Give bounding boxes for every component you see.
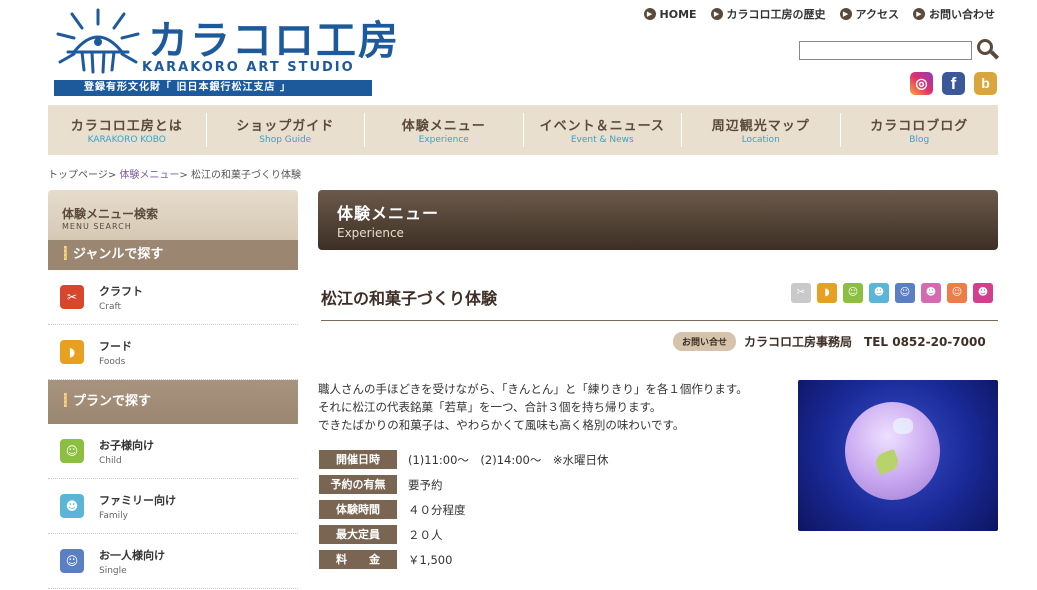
arrow-right-icon: ▶ (913, 8, 925, 20)
sidebar: 体験メニュー検索 MENU SEARCH ジャンルで探す ✂ クラフト Craft… (48, 190, 298, 590)
mainnav-shop-guide[interactable]: ショップガイド Shop Guide (205, 113, 365, 147)
page-title: 松江の和菓子づくり体験 (321, 289, 498, 308)
family-category-icon: ☻ (869, 283, 889, 303)
info-row: 料 金 ￥1,500 (319, 547, 609, 572)
breadcrumb-home[interactable]: トップページ (48, 170, 108, 181)
logo-tagline: 登録有形文化財「 旧日本銀行松江支店 」 (54, 80, 372, 96)
wagashi-photo (798, 380, 998, 531)
breadcrumb-menu[interactable]: 体験メニュー (119, 170, 179, 181)
group-category-icon: ☻ (921, 283, 941, 303)
info-row: 体験時間 ４０分程度 (319, 497, 609, 522)
friends-category-icon: ☻ (973, 283, 993, 303)
single-person-icon: ☺ (60, 549, 84, 573)
child-category-icon: ☺ (843, 283, 863, 303)
info-table: 開催日時 (1)11:00～ (2)14:00～ ※水曜日休 予約の有無 要予約 体… (319, 447, 609, 572)
blog-icon[interactable]: b (974, 72, 997, 95)
mainnav-location[interactable]: 周辺観光マップ Location (681, 113, 840, 147)
site-logo[interactable]: カラコロ工房 KARAKORO ART STUDIO 登録有形文化財「 旧日本銀… (52, 4, 398, 96)
search-button[interactable] (976, 38, 1000, 62)
sidebar-genre-heading: ジャンルで探す (48, 240, 298, 270)
family-icon: ☻ (60, 494, 84, 518)
search-input[interactable] (799, 40, 972, 60)
instagram-icon[interactable]: ◎ (910, 72, 933, 95)
title-divider (321, 320, 998, 321)
mainnav-experience[interactable]: 体験メニュー Experience (364, 113, 523, 147)
topnav-access[interactable]: ▶ アクセス (839, 6, 899, 22)
info-row: 開催日時 (1)11:00～ (2)14:00～ ※水曜日休 (319, 447, 609, 472)
sidebar-plan-heading: プランで探す (48, 380, 298, 424)
info-row: 予約の有無 要予約 (319, 472, 609, 497)
topnav-home[interactable]: ▶ HOME (643, 6, 697, 22)
site-search (799, 38, 1000, 62)
main-content: 体験メニュー Experience 松江の和菓子づくり体験 ✂ ◗ ☺ ☻ ☺ … (318, 190, 998, 569)
sidebar-item-child[interactable]: ☺ お子様向け Child (48, 424, 298, 479)
facebook-icon[interactable]: f (942, 72, 965, 95)
arrow-right-icon: ▶ (710, 8, 723, 20)
contact-text: カラコロ工房事務局 TEL 0852-20-7000 (744, 335, 986, 349)
breadcrumb-current: 松江の和菓子づくり体験 (190, 170, 301, 181)
sidebar-item-foods[interactable]: ◗ フード Foods (48, 325, 298, 380)
mainnav-about[interactable]: カラコロ工房とは KARAKORO KOBO (48, 113, 206, 147)
logo-name-jp: カラコロ工房 (148, 18, 400, 64)
contact-badge: お問い合せ (673, 332, 737, 351)
description: 職人さんの手ほどきを受けながら、「きんとん」と「練りきり」を各１個作ります。 そ… (318, 382, 748, 432)
topnav-history[interactable]: ▶ カラコロ工房の歴史 (710, 6, 826, 22)
sidebar-header: 体験メニュー検索 MENU SEARCH (48, 190, 298, 240)
category-icons: ✂ ◗ ☺ ☻ ☺ ☻ ☺ ☻ (791, 283, 993, 303)
child-icon: ☺ (60, 439, 84, 463)
logo-name-en: KARAKORO ART STUDIO (142, 60, 355, 75)
arrow-right-icon: ▶ (643, 8, 656, 20)
main-nav: カラコロ工房とは KARAKORO KOBO ショップガイド Shop Guide … (48, 105, 998, 155)
contact-info: お問い合せ カラコロ工房事務局 TEL 0852-20-7000 (673, 332, 986, 351)
breadcrumb: トップページ> 体験メニュー> 松江の和菓子づくり体験 (48, 170, 301, 181)
top-nav: ▶ HOME ▶ カラコロ工房の歴史 ▶ アクセス ▶ お問い合わせ (643, 6, 995, 22)
craft-category-icon: ✂ (791, 283, 811, 303)
single-category-icon: ☺ (895, 283, 915, 303)
site-header: カラコロ工房 KARAKORO ART STUDIO 登録有形文化財「 旧日本銀… (0, 0, 1037, 100)
bird-logo-icon (56, 8, 140, 74)
mainnav-event-news[interactable]: イベント＆ニュース Event & News (522, 113, 682, 147)
sidebar-item-single[interactable]: ☺ お一人様向け Single (48, 534, 298, 589)
food-bowl-icon: ◗ (60, 340, 84, 364)
sidebar-item-family[interactable]: ☻ ファミリー向け Family (48, 479, 298, 534)
food-category-icon: ◗ (817, 283, 837, 303)
social-links: ◎ f b (910, 72, 997, 95)
info-row: 最大定員 ２０人 (319, 522, 609, 547)
arrow-right-icon: ▶ (839, 8, 852, 20)
mainnav-blog[interactable]: カラコロブログ Blog (839, 113, 999, 147)
sidebar-item-craft[interactable]: ✂ クラフト Craft (48, 270, 298, 325)
craft-tools-icon: ✂ (60, 285, 84, 309)
topnav-contact[interactable]: ▶ お問い合わせ (913, 6, 995, 22)
section-header: 体験メニュー Experience (318, 190, 998, 250)
couple-category-icon: ☺ (947, 283, 967, 303)
